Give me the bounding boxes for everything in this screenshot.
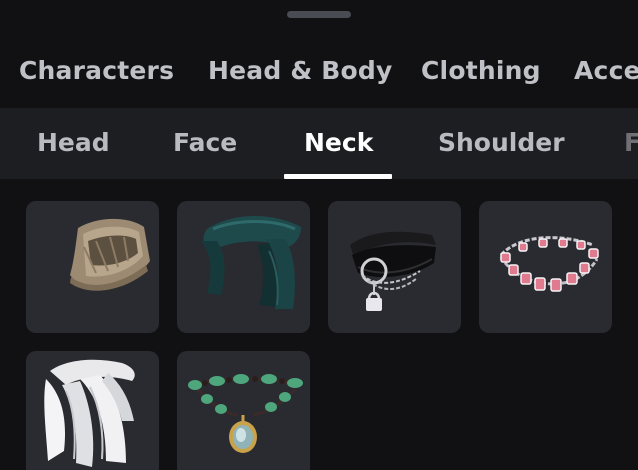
subtab-neck[interactable]: Neck: [304, 128, 373, 157]
dark-teal-scarf-icon: [201, 216, 301, 309]
drag-handle[interactable]: [287, 11, 351, 18]
tab-clothing[interactable]: Clothing: [421, 56, 541, 85]
item-tile[interactable]: [177, 351, 310, 470]
white-draped-scarf-icon: [44, 359, 135, 467]
subtab-next[interactable]: F: [624, 128, 638, 157]
item-tile[interactable]: [177, 201, 310, 333]
subtab-head[interactable]: Head: [37, 128, 110, 157]
item-tile[interactable]: [479, 201, 612, 333]
subcategory-tabs: Head Face Neck Shoulder F: [0, 108, 638, 179]
item-tile[interactable]: [26, 351, 159, 470]
avatar-editor-panel: Characters Head & Body Clothing Acce Hea…: [0, 0, 638, 470]
subtab-face[interactable]: Face: [173, 128, 237, 157]
pink-gem-necklace-icon: [499, 236, 599, 292]
tan-knit-cowl-icon: [70, 218, 150, 291]
black-choker-with-padlock-icon: [350, 231, 436, 311]
item-tile[interactable]: [328, 201, 461, 333]
tab-characters[interactable]: Characters: [19, 56, 174, 85]
tab-head-and-body[interactable]: Head & Body: [208, 56, 392, 85]
main-category-tabs: Characters Head & Body Clothing Acce: [0, 42, 638, 106]
item-grid: [0, 179, 638, 470]
tab-accessories[interactable]: Acce: [574, 56, 638, 85]
jade-bead-pendant-necklace-icon: [188, 374, 303, 453]
subtab-shoulder[interactable]: Shoulder: [438, 128, 565, 157]
item-tile[interactable]: [26, 201, 159, 333]
